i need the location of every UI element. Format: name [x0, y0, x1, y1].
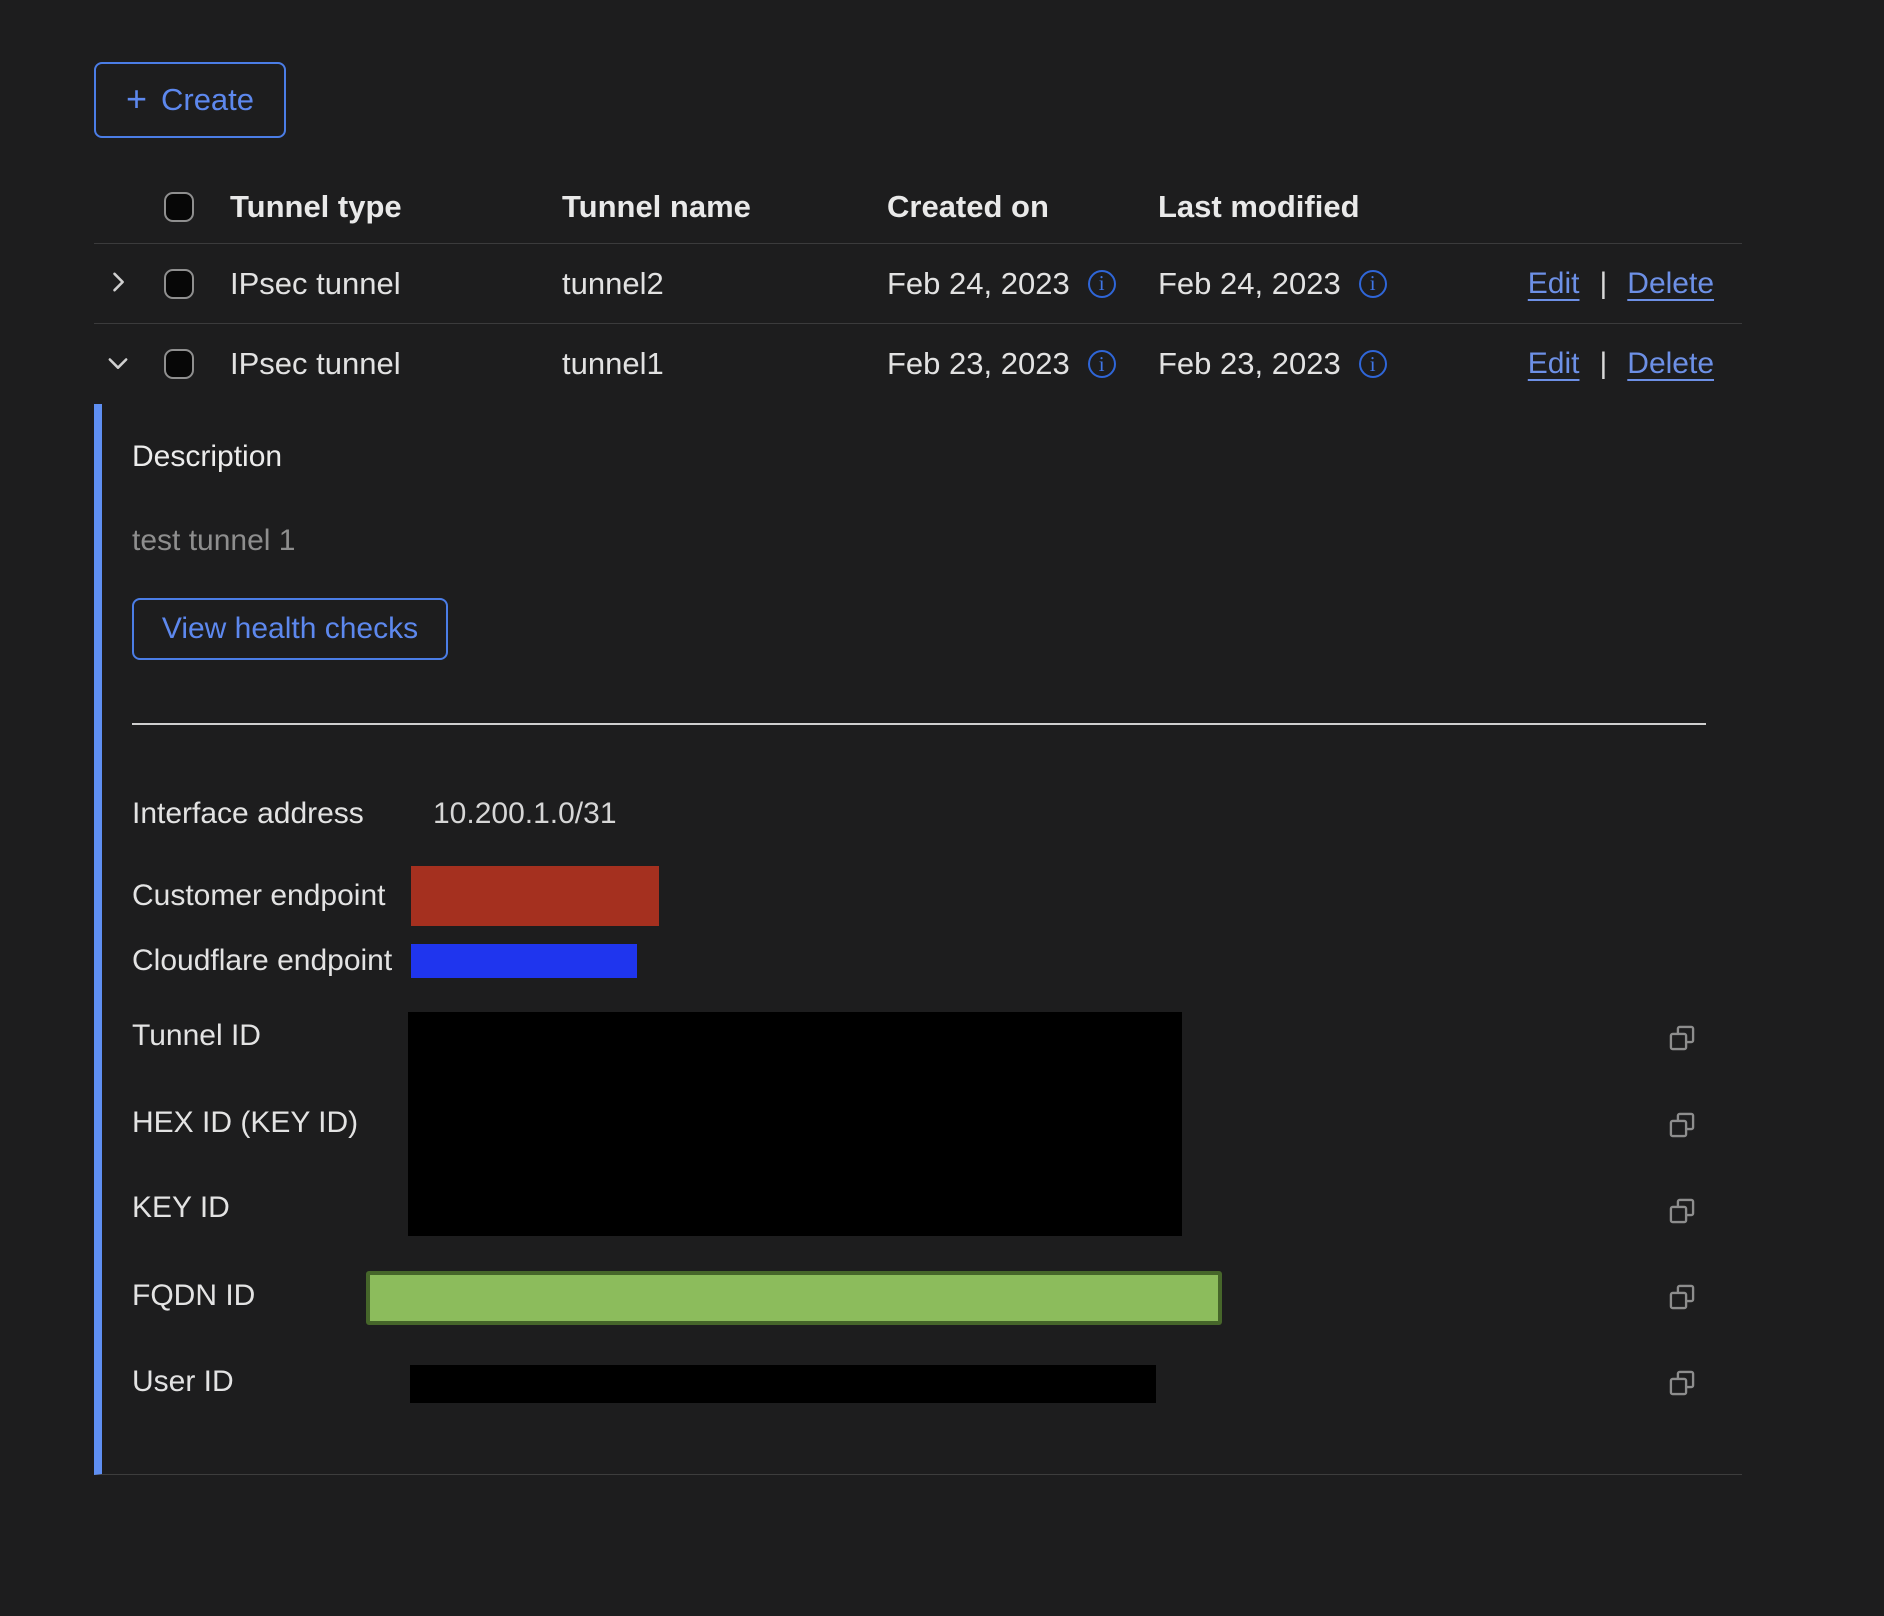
last-modified-cell: Feb 24, 2023 [1158, 266, 1341, 302]
info-icon[interactable]: i [1088, 350, 1116, 378]
table-header: Tunnel type Tunnel name Created on Last … [94, 170, 1742, 244]
fqdn-id-label: FQDN ID [132, 1279, 255, 1313]
edit-link[interactable]: Edit [1528, 267, 1580, 301]
cloudflare-endpoint-label: Cloudflare endpoint [132, 944, 392, 978]
row-checkbox[interactable] [164, 269, 194, 299]
chevron-right-icon [104, 268, 132, 299]
copy-icon [1668, 1213, 1696, 1228]
tunnels-page: + Create Tunnel type Tunnel name Created… [0, 62, 1884, 1475]
actions-separator: | [1599, 347, 1607, 381]
delete-link[interactable]: Delete [1627, 267, 1714, 301]
column-header-created-on: Created on [887, 189, 1158, 225]
info-icon[interactable]: i [1359, 270, 1387, 298]
header-checkbox-cell [164, 192, 230, 222]
collapse-row-button[interactable] [104, 349, 132, 380]
panel-divider [132, 723, 1706, 725]
last-modified-cell: Feb 23, 2023 [1158, 346, 1341, 382]
select-all-checkbox[interactable] [164, 192, 194, 222]
key-id-label: KEY ID [132, 1191, 230, 1225]
user-id-redacted-value [410, 1365, 1156, 1403]
copy-user-id-button[interactable] [1668, 1369, 1696, 1397]
row-checkbox[interactable] [164, 349, 194, 379]
chevron-down-icon [104, 349, 132, 380]
delete-link[interactable]: Delete [1627, 347, 1714, 381]
info-icon[interactable]: i [1359, 350, 1387, 378]
created-on-cell: Feb 24, 2023 [887, 266, 1070, 302]
copy-icon [1668, 1040, 1696, 1055]
column-header-tunnel-name: Tunnel name [562, 189, 887, 225]
copy-hex-id-button[interactable] [1668, 1111, 1696, 1139]
column-header-tunnel-type: Tunnel type [230, 189, 562, 225]
column-header-last-modified: Last modified [1158, 189, 1458, 225]
tunnel-type-cell: IPsec tunnel [230, 346, 562, 382]
info-icon[interactable]: i [1088, 270, 1116, 298]
edit-link[interactable]: Edit [1528, 347, 1580, 381]
customer-endpoint-label: Customer endpoint [132, 879, 385, 913]
expand-row-button[interactable] [104, 268, 132, 299]
tunnel-type-cell: IPsec tunnel [230, 266, 562, 302]
description-value: test tunnel 1 [132, 524, 295, 558]
tunnel-name-cell: tunnel2 [562, 266, 887, 302]
tunnel-hex-key-id-redacted-values [408, 1012, 1182, 1236]
description-label: Description [132, 440, 282, 474]
create-button[interactable]: + Create [94, 62, 286, 138]
tunnels-table: Tunnel type Tunnel name Created on Last … [94, 170, 1742, 1475]
table-row-tunnel1: IPsec tunnel tunnel1 Feb 23, 2023 i Feb … [94, 324, 1742, 404]
interface-address-label: Interface address [132, 797, 364, 831]
copy-key-id-button[interactable] [1668, 1197, 1696, 1225]
view-health-checks-label: View health checks [162, 612, 418, 646]
view-health-checks-button[interactable]: View health checks [132, 598, 448, 660]
tunnel-details-panel: Description test tunnel 1 View health ch… [94, 404, 1742, 1475]
cloudflare-endpoint-redacted-value [411, 944, 637, 978]
tunnel-name-cell: tunnel1 [562, 346, 887, 382]
customer-endpoint-redacted-value [411, 866, 659, 926]
copy-fqdn-id-button[interactable] [1668, 1283, 1696, 1311]
actions-separator: | [1599, 267, 1607, 301]
copy-tunnel-id-button[interactable] [1668, 1024, 1696, 1052]
hex-id-label: HEX ID (KEY ID) [132, 1106, 358, 1140]
copy-icon [1668, 1127, 1696, 1142]
table-row-tunnel2: IPsec tunnel tunnel2 Feb 24, 2023 i Feb … [94, 244, 1742, 324]
user-id-label: User ID [132, 1365, 234, 1399]
interface-address-value: 10.200.1.0/31 [433, 797, 617, 831]
created-on-cell: Feb 23, 2023 [887, 346, 1070, 382]
fqdn-id-redacted-value [366, 1271, 1222, 1325]
copy-icon [1668, 1299, 1696, 1314]
tunnel-id-label: Tunnel ID [132, 1019, 261, 1053]
plus-icon: + [126, 81, 147, 117]
create-button-label: Create [161, 82, 254, 118]
copy-icon [1668, 1385, 1696, 1400]
